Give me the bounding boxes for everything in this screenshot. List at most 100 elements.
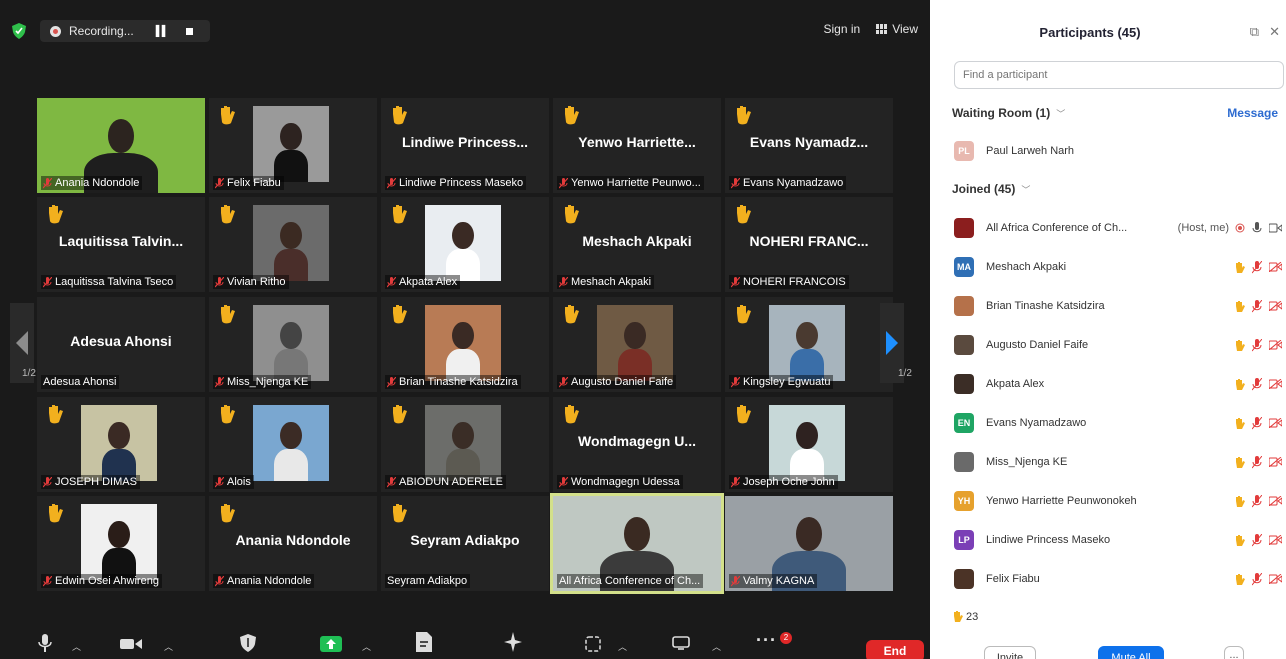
- participant-row[interactable]: EN Evans Nyamadzawo: [954, 410, 1286, 436]
- video-off-icon[interactable]: [1269, 457, 1282, 467]
- whiteboard-options-chevron-icon[interactable]: ︿: [712, 640, 721, 653]
- participant-name: Laquitissa Talvina Tseco: [55, 276, 174, 288]
- participant-display-name: Seyram Adiakpo: [410, 532, 520, 548]
- participant-name: Miss_Njenga KE: [986, 456, 1068, 468]
- video-off-icon[interactable]: [1269, 301, 1282, 311]
- message-waiting-room-button[interactable]: Message: [1227, 106, 1278, 120]
- participant-name-label: Vivian Ritho: [213, 275, 289, 289]
- participant-tile[interactable]: Lindiwe Princess... Lindiwe Princess Mase…: [381, 98, 549, 193]
- raised-hand-icon: [1236, 339, 1245, 351]
- participant-tile[interactable]: Felix Fiabu: [209, 98, 377, 193]
- participant-name: Meshach Akpaki: [986, 261, 1067, 273]
- participant-tile[interactable]: Vivian Ritho: [209, 197, 377, 292]
- participant-tile[interactable]: Seyram Adiakpo Seyram Adiakpo: [381, 496, 549, 591]
- muted-microphone-icon: [731, 575, 740, 586]
- participant-row[interactable]: Akpata Alex: [954, 371, 1286, 397]
- muted-microphone-icon[interactable]: [1252, 572, 1262, 586]
- participant-tile[interactable]: Wondmagegn U... Wondmagegn Udessa: [553, 397, 721, 492]
- muted-microphone-icon[interactable]: [1252, 299, 1262, 313]
- waiting-room-header[interactable]: Waiting Room (1) ﹀: [952, 106, 1065, 120]
- video-off-icon[interactable]: [1269, 262, 1282, 272]
- participant-row[interactable]: MA Meshach Akpaki: [954, 254, 1286, 280]
- participant-row[interactable]: LP Lindiwe Princess Maseko: [954, 527, 1286, 553]
- muted-microphone-icon: [559, 276, 568, 287]
- close-icon[interactable]: ✕: [1269, 24, 1280, 40]
- more-button[interactable]: ...: [1224, 646, 1244, 659]
- muted-microphone-icon[interactable]: [1252, 416, 1262, 430]
- raised-hand-icon: [221, 405, 235, 424]
- participant-row[interactable]: All Africa Conference of Ch... (Host, me): [954, 215, 1286, 241]
- video-camera-icon[interactable]: [120, 638, 142, 650]
- participant-name-label: Wondmagegn Udessa: [557, 475, 683, 489]
- participant-row[interactable]: Augusto Daniel Faife: [954, 332, 1286, 358]
- mute-all-button[interactable]: Mute All: [1098, 646, 1164, 659]
- stop-recording-icon[interactable]: [185, 27, 193, 35]
- participant-name-label: Adesua Ahonsi: [41, 375, 120, 389]
- muted-microphone-icon[interactable]: [1252, 533, 1262, 547]
- security-icon[interactable]: [240, 634, 256, 652]
- participant-tile[interactable]: Edwin Osei Ahwireng: [37, 496, 205, 591]
- participant-tile[interactable]: All Africa Conference of Ch...: [550, 493, 724, 594]
- invite-button[interactable]: Invite: [984, 646, 1036, 659]
- participant-tile[interactable]: Alois: [209, 397, 377, 492]
- share-screen-icon[interactable]: [320, 636, 342, 652]
- participant-tile[interactable]: Augusto Daniel Faife: [553, 297, 721, 392]
- whiteboard-icon[interactable]: [672, 636, 690, 650]
- apps-options-chevron-icon[interactable]: ︿: [618, 640, 627, 653]
- end-meeting-button[interactable]: End: [866, 640, 924, 659]
- participant-tile[interactable]: JOSEPH DIMAS: [37, 397, 205, 492]
- participant-row[interactable]: Brian Tinashe Katsidzira: [954, 293, 1286, 319]
- participant-row[interactable]: Felix Fiabu: [954, 566, 1286, 592]
- pop-out-icon[interactable]: ⧉: [1250, 24, 1259, 40]
- video-options-chevron-icon[interactable]: ︿: [164, 640, 173, 653]
- participant-tile[interactable]: Evans Nyamadz... Evans Nyamadzawo: [725, 98, 893, 193]
- participant-name: Adesua Ahonsi: [43, 376, 117, 388]
- participant-tile[interactable]: Laquitissa Talvin... Laquitissa Talvina T…: [37, 197, 205, 292]
- microphone-icon[interactable]: [1252, 221, 1262, 235]
- participant-tile[interactable]: Miss_Njenga KE: [209, 297, 377, 392]
- participant-tile[interactable]: Joseph Oche John: [725, 397, 893, 492]
- view-button[interactable]: View: [876, 22, 918, 36]
- summary-document-icon[interactable]: [416, 632, 432, 652]
- pause-recording-icon[interactable]: ▌▌: [156, 26, 169, 37]
- apps-icon[interactable]: [585, 636, 601, 652]
- participant-row[interactable]: Miss_Njenga KE: [954, 449, 1286, 475]
- video-off-icon[interactable]: [1269, 496, 1282, 506]
- joined-header[interactable]: Joined (45) ﹀: [952, 182, 1030, 196]
- raised-hands-number: 23: [966, 610, 979, 623]
- waiting-participant-row[interactable]: PL Paul Larweh Narh: [954, 138, 1286, 164]
- participant-tile[interactable]: Anania Ndondole Anania Ndondole: [209, 496, 377, 591]
- audio-options-chevron-icon[interactable]: ︿: [72, 640, 81, 653]
- participant-tile[interactable]: Brian Tinashe Katsidzira: [381, 297, 549, 392]
- participant-tile[interactable]: Anania Ndondole: [37, 98, 205, 193]
- video-off-icon[interactable]: [1269, 574, 1282, 584]
- video-off-icon[interactable]: [1269, 535, 1282, 545]
- participant-name: Meshach Akpaki: [571, 276, 652, 288]
- muted-microphone-icon[interactable]: [1252, 377, 1262, 391]
- sign-in-link[interactable]: Sign in: [824, 22, 861, 36]
- muted-microphone-icon[interactable]: [1252, 455, 1262, 469]
- raised-hand-icon: [1236, 495, 1245, 507]
- video-camera-icon[interactable]: [1269, 223, 1282, 233]
- encryption-shield-icon[interactable]: [12, 23, 26, 39]
- video-off-icon[interactable]: [1269, 418, 1282, 428]
- share-options-chevron-icon[interactable]: ︿: [362, 640, 371, 653]
- muted-microphone-icon[interactable]: [1252, 260, 1262, 274]
- microphone-icon[interactable]: [38, 634, 52, 654]
- participant-tile[interactable]: Yenwo Harriette... Yenwo Harriette Peunwo…: [553, 98, 721, 193]
- participant-tile[interactable]: Adesua Ahonsi Adesua Ahonsi: [37, 297, 205, 392]
- participant-tile[interactable]: Meshach Akpaki Meshach Akpaki: [553, 197, 721, 292]
- muted-microphone-icon[interactable]: [1252, 494, 1262, 508]
- more-options-icon[interactable]: ···: [756, 630, 777, 651]
- muted-microphone-icon[interactable]: [1252, 338, 1262, 352]
- video-off-icon[interactable]: [1269, 340, 1282, 350]
- participant-tile[interactable]: Akpata Alex: [381, 197, 549, 292]
- participant-tile[interactable]: Valmy KAGNA: [725, 496, 893, 591]
- participant-row[interactable]: YH Yenwo Harriette Peunwonokeh: [954, 488, 1286, 514]
- video-off-icon[interactable]: [1269, 379, 1282, 389]
- participant-tile[interactable]: ABIODUN ADERELE: [381, 397, 549, 492]
- participant-search-input[interactable]: [954, 61, 1284, 89]
- participant-tile[interactable]: NOHERI FRANC... NOHERI FRANCOIS: [725, 197, 893, 292]
- ai-companion-sparkle-icon[interactable]: [504, 632, 522, 652]
- participant-tile[interactable]: Kingsley Egwuatu: [725, 297, 893, 392]
